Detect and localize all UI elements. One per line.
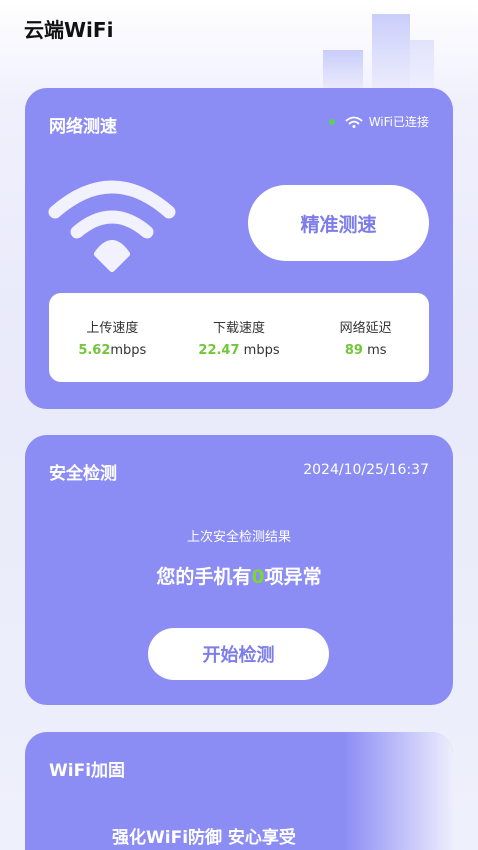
abnormal-summary: 您的手机有0项异常 — [25, 562, 453, 589]
metric-unit: mbps — [110, 343, 147, 358]
security-check-card: 安全检测 2024/10/25/16:37 上次安全检测结果 您的手机有0项异常… — [25, 435, 453, 705]
start-check-button[interactable]: 开始检测 — [148, 628, 329, 680]
wifi-slogan: 强化WiFi防御 安心享受 — [112, 828, 296, 848]
decor-block — [410, 40, 434, 94]
speed-card-title: 网络测速 — [49, 117, 117, 137]
abnormal-count: 0 — [251, 566, 265, 588]
last-check-timestamp: 2024/10/25/16:37 — [303, 462, 429, 478]
wifi-signal-icon — [48, 180, 176, 272]
metric-label: 网络延迟 — [339, 321, 392, 336]
metric-latency: 网络延迟 89 ms — [302, 293, 429, 382]
metric-value: 5.62 — [78, 343, 111, 358]
status-dot — [328, 118, 335, 125]
metric-download: 下载速度 22.47 mbps — [176, 293, 303, 382]
speed-metrics-panel: 上传速度 5.62mbps 下载速度 22.47 mbps 网络延迟 89 ms — [49, 293, 429, 382]
last-result-label: 上次安全检测结果 — [186, 530, 291, 545]
wifi-icon — [345, 116, 363, 128]
precise-speed-test-button[interactable]: 精准测速 — [248, 185, 429, 261]
metric-upload: 上传速度 5.62mbps — [49, 293, 176, 382]
wifi-card-title: WiFi加固 — [49, 761, 126, 781]
security-card-title: 安全检测 — [49, 464, 117, 484]
wifi-status-text: WiFi已连接 — [368, 115, 429, 129]
wifi-status: WiFi已连接 — [328, 113, 429, 130]
decor-block — [372, 14, 410, 94]
abnormal-suffix: 项异常 — [264, 566, 322, 588]
metric-value: 89 — [344, 343, 363, 358]
metric-value: 22.47 — [198, 343, 240, 358]
fade-overlay — [343, 732, 453, 850]
abnormal-prefix: 您的手机有 — [156, 566, 252, 588]
speed-test-card: 网络测速 WiFi已连接 精准测速 上传速度 5.62mbps 下载速度 22.… — [25, 88, 453, 409]
app-title: 云端WiFi — [24, 18, 114, 42]
metric-label: 下载速度 — [213, 321, 266, 336]
metric-label: 上传速度 — [86, 321, 139, 336]
wifi-hardening-card[interactable]: WiFi加固 强化WiFi防御 安心享受 — [25, 732, 453, 850]
metric-unit: ms — [362, 343, 387, 358]
metric-unit: mbps — [239, 343, 280, 358]
